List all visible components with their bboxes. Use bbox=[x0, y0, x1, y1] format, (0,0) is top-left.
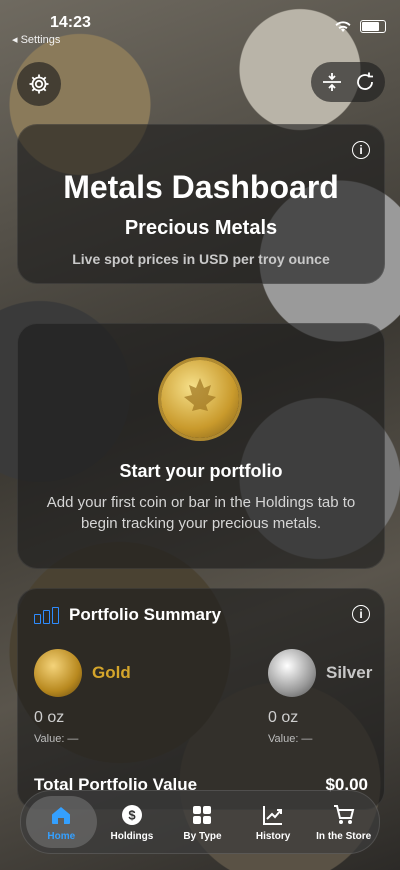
status-bar: 14:23 ◂ Settings bbox=[0, 0, 400, 46]
header-card: i Metals Dashboard Precious Metals Live … bbox=[17, 124, 385, 284]
compress-icon[interactable] bbox=[320, 70, 344, 94]
bar-chart-icon bbox=[34, 606, 59, 624]
gear-icon bbox=[29, 74, 49, 94]
summary-header: Portfolio Summary bbox=[34, 605, 221, 625]
tab-by-type[interactable]: By Type bbox=[167, 791, 238, 853]
summary-title: Portfolio Summary bbox=[69, 605, 222, 624]
settings-button[interactable] bbox=[17, 62, 61, 106]
cart-icon bbox=[333, 804, 354, 824]
page-description: Live spot prices in USD per troy ounce bbox=[72, 251, 330, 267]
battery-icon bbox=[360, 20, 386, 33]
tab-label: History bbox=[255, 830, 291, 842]
empty-portfolio-card: Start your portfolio Add your first coin… bbox=[17, 323, 385, 569]
gold-value: Value: — bbox=[34, 733, 79, 745]
tab-store[interactable]: In the Store bbox=[308, 791, 379, 853]
tab-history[interactable]: History bbox=[238, 791, 309, 853]
silver-amount: 0 oz bbox=[268, 709, 299, 726]
info-icon[interactable]: i bbox=[352, 141, 370, 159]
chart-icon bbox=[263, 805, 283, 825]
page-title: Metals Dashboard bbox=[63, 169, 339, 205]
dollar-coin-icon: $ bbox=[121, 804, 142, 825]
tab-home[interactable]: Home bbox=[26, 796, 97, 848]
svg-text:$: $ bbox=[128, 807, 136, 822]
top-controls bbox=[311, 62, 385, 102]
grid-icon bbox=[193, 805, 212, 824]
status-time: 14:23 bbox=[50, 14, 91, 31]
tab-label: In the Store bbox=[316, 830, 372, 842]
gold-coin-icon bbox=[34, 649, 82, 697]
silver-summary[interactable]: Silver 0 oz Value: — bbox=[268, 649, 372, 745]
gold-maple-coin-image bbox=[161, 360, 239, 438]
back-app-label: Settings bbox=[20, 34, 61, 46]
refresh-icon[interactable] bbox=[353, 70, 377, 94]
empty-state-body: Add your first coin or bar in the Holdin… bbox=[46, 494, 356, 532]
tab-label: Holdings bbox=[110, 830, 154, 842]
tab-label: Home bbox=[47, 830, 76, 842]
back-to-app-link[interactable]: ◂ Settings bbox=[12, 33, 60, 46]
gold-summary[interactable]: Gold 0 oz Value: — bbox=[34, 649, 131, 745]
summary-info-icon[interactable]: i bbox=[352, 605, 370, 623]
silver-label: Silver bbox=[326, 663, 373, 682]
empty-state-title: Start your portfolio bbox=[119, 461, 283, 481]
tab-label: By Type bbox=[183, 830, 222, 842]
status-icons bbox=[334, 20, 386, 33]
page-subtitle: Precious Metals bbox=[124, 217, 278, 239]
gold-label: Gold bbox=[92, 663, 131, 682]
tab-holdings[interactable]: $ Holdings bbox=[97, 791, 168, 853]
wifi-icon bbox=[335, 21, 351, 32]
silver-value: Value: — bbox=[268, 733, 313, 745]
tab-bar: Home $ Holdings By Type History In the S… bbox=[20, 790, 380, 854]
gold-amount: 0 oz bbox=[34, 709, 65, 726]
maple-leaf-icon bbox=[184, 378, 216, 419]
silver-coin-icon bbox=[268, 649, 316, 697]
home-icon bbox=[52, 806, 71, 824]
portfolio-summary-card: Portfolio Summary i Gold 0 oz Value: — S… bbox=[17, 588, 385, 810]
